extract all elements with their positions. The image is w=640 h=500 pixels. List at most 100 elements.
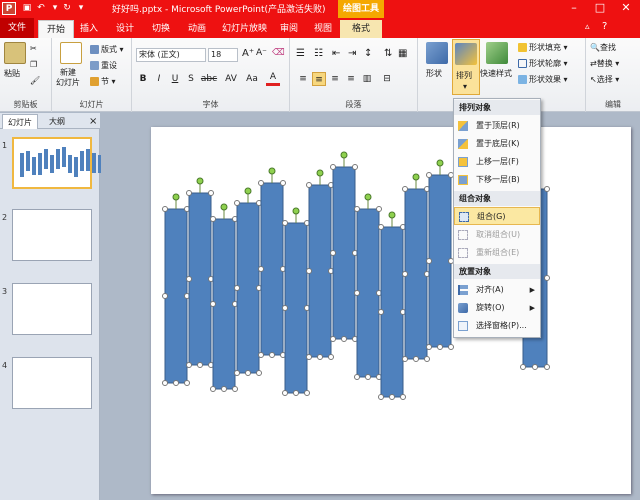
redo-icon[interactable]: ↻ (60, 2, 74, 15)
shapes-icon[interactable] (426, 42, 448, 64)
resize-handle[interactable] (306, 354, 312, 360)
resize-handle[interactable] (437, 344, 443, 350)
resize-handle[interactable] (354, 206, 360, 212)
minimize-button[interactable]: – (560, 0, 588, 16)
rotation-handle[interactable] (172, 193, 180, 201)
resize-handle[interactable] (197, 362, 203, 368)
resize-handle[interactable] (234, 200, 240, 206)
resize-handle[interactable] (544, 186, 550, 192)
resize-handle[interactable] (424, 356, 430, 362)
line-spacing-icon[interactable]: ↕ (364, 48, 372, 59)
resize-handle[interactable] (378, 224, 384, 230)
shape-effects-button[interactable]: 形状效果 ▾ (518, 74, 568, 85)
resize-handle[interactable] (210, 301, 216, 307)
menu-item-regroup[interactable]: 重新组合(E) (454, 244, 540, 262)
tab-file[interactable]: 文件 (0, 18, 34, 38)
resize-handle[interactable] (256, 370, 262, 376)
rotation-handle[interactable] (268, 167, 276, 175)
selected-rectangle-shape[interactable] (428, 174, 452, 348)
resize-handle[interactable] (258, 180, 264, 186)
shapes-button-label[interactable]: 形状 (426, 68, 442, 79)
resize-handle[interactable] (389, 394, 395, 400)
resize-handle[interactable] (186, 190, 192, 196)
change-case-button[interactable]: Aa (244, 72, 260, 86)
rotation-handle[interactable] (412, 173, 420, 181)
resize-handle[interactable] (378, 394, 384, 400)
resize-handle[interactable] (354, 290, 360, 296)
resize-handle[interactable] (210, 386, 216, 392)
resize-handle[interactable] (402, 356, 408, 362)
decrease-indent-icon[interactable]: ⇤ (332, 48, 340, 59)
new-slide-button-label[interactable]: 新建 幻灯片 (56, 68, 80, 88)
tab-design[interactable]: 设计 (108, 20, 142, 38)
resize-handle[interactable] (402, 186, 408, 192)
align-left-icon[interactable]: ≡ (296, 72, 310, 86)
grow-font-icon[interactable]: A⁺ (242, 48, 254, 59)
tab-format[interactable]: 格式 (340, 20, 382, 38)
rotation-handle[interactable] (292, 207, 300, 215)
font-name-combo[interactable]: 宋体 (正文) (136, 48, 206, 62)
rotation-handle[interactable] (196, 177, 204, 185)
resize-handle[interactable] (341, 336, 347, 342)
selected-rectangle-shape[interactable] (332, 166, 356, 340)
maximize-button[interactable]: □ (586, 0, 614, 16)
rotation-handle[interactable] (364, 193, 372, 201)
selected-rectangle-shape[interactable] (308, 184, 332, 358)
shape-fill-button[interactable]: 形状填充 ▾ (518, 42, 568, 53)
selected-rectangle-shape[interactable] (236, 202, 260, 374)
save-icon[interactable]: ▣ (20, 2, 34, 15)
resize-handle[interactable] (400, 394, 406, 400)
tab-review[interactable]: 审阅 (272, 20, 306, 38)
tab-outline-panel[interactable]: 大纲 (44, 114, 70, 129)
copy-icon[interactable]: ❐ (30, 60, 37, 69)
resize-handle[interactable] (245, 370, 251, 376)
paste-icon[interactable] (4, 42, 26, 64)
selected-rectangle-shape[interactable] (404, 188, 428, 360)
resize-handle[interactable] (413, 356, 419, 362)
shrink-font-icon[interactable]: A⁻ (256, 48, 267, 58)
italic-button[interactable]: I (152, 72, 166, 86)
arrange-button[interactable]: 排列 ▾ (452, 39, 480, 95)
resize-handle[interactable] (221, 386, 227, 392)
rotation-handle[interactable] (340, 151, 348, 159)
section-button[interactable]: 节 ▾ (90, 76, 116, 87)
resize-handle[interactable] (258, 266, 264, 272)
rotation-handle[interactable] (244, 187, 252, 195)
menu-item-group[interactable]: 组合(G) (454, 207, 540, 225)
selected-rectangle-shape[interactable] (188, 192, 212, 366)
text-direction-icon[interactable]: ⇅ (384, 48, 392, 59)
selected-shapes[interactable] (151, 127, 631, 494)
quick-styles-icon[interactable] (486, 42, 508, 64)
smartart-icon[interactable]: ▦ (398, 48, 407, 59)
menu-item-align[interactable]: 对齐(A) ▶ (454, 281, 540, 299)
new-slide-icon[interactable] (60, 42, 82, 64)
resize-handle[interactable] (162, 293, 168, 299)
resize-handle[interactable] (162, 206, 168, 212)
menu-item-send-to-back[interactable]: 置于底层(K) (454, 135, 540, 153)
resize-handle[interactable] (282, 390, 288, 396)
menu-item-send-backward[interactable]: 下移一层(B) (454, 171, 540, 189)
tab-transitions[interactable]: 切换 (144, 20, 178, 38)
increase-indent-icon[interactable]: ⇥ (348, 48, 356, 59)
align-center-icon[interactable]: ≡ (312, 72, 326, 86)
resize-handle[interactable] (544, 364, 550, 370)
font-size-combo[interactable]: 18 (208, 48, 238, 62)
tab-insert[interactable]: 插入 (72, 20, 106, 38)
resize-handle[interactable] (173, 380, 179, 386)
tab-view[interactable]: 视图 (306, 20, 340, 38)
help-icon[interactable]: ? (602, 21, 607, 32)
slide-thumbnail-1[interactable] (12, 137, 102, 189)
selected-rectangle-shape[interactable] (356, 208, 380, 378)
numbering-icon[interactable]: ☷ (314, 48, 323, 59)
find-button[interactable]: 🔍查找 (590, 42, 616, 53)
resize-handle[interactable] (269, 352, 275, 358)
char-spacing-button[interactable]: AV (222, 72, 240, 86)
rotation-handle[interactable] (316, 169, 324, 177)
resize-handle[interactable] (280, 180, 286, 186)
selected-rectangle-shape[interactable] (260, 182, 284, 356)
distribute-icon[interactable]: ▥ (360, 72, 374, 86)
menu-item-selection-pane[interactable]: 选择窗格(P)... (454, 317, 540, 335)
layout-button[interactable]: 版式 ▾ (90, 44, 124, 55)
powerpoint-app-icon[interactable]: P (2, 2, 16, 15)
resize-handle[interactable] (448, 344, 454, 350)
